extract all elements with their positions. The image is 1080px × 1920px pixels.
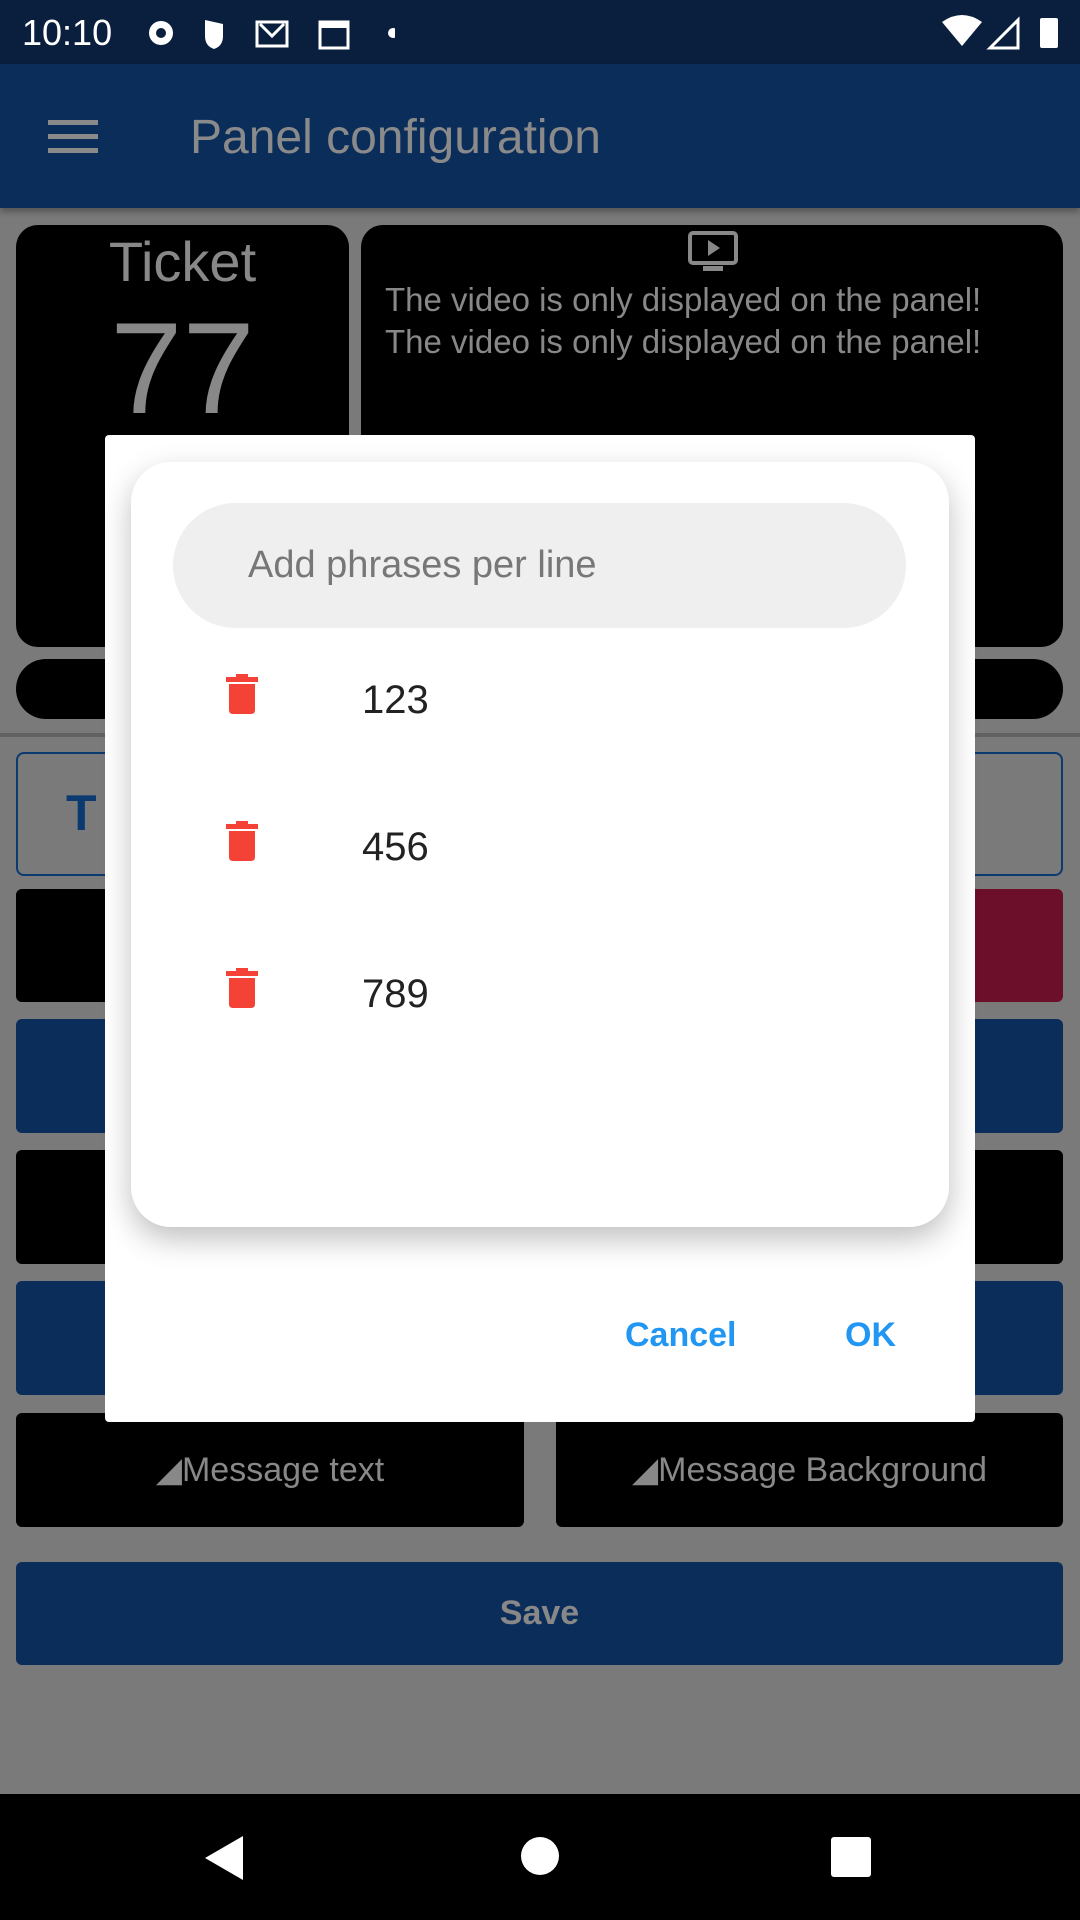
hamburger-icon[interactable] (48, 120, 98, 154)
trash-icon[interactable] (226, 674, 258, 714)
phrases-card: 123 456 789 (131, 462, 949, 1227)
status-bar: 10:10 (0, 0, 1080, 64)
phrase-text: 123 (362, 678, 429, 722)
phrase-text: 456 (362, 825, 429, 869)
video-notice: The video is only displayed on the panel… (385, 281, 982, 318)
list-item: 789 (131, 944, 949, 1044)
save-button[interactable]: Save (16, 1562, 1063, 1665)
phrase-text: 789 (362, 972, 429, 1016)
video-notice: The video is only displayed on the panel… (385, 323, 982, 360)
phrases-dialog: 123 456 789 Cancel OK (105, 435, 975, 1422)
page-title: Panel configuration (190, 111, 601, 164)
home-icon[interactable] (520, 1836, 560, 1876)
phrase-input[interactable] (173, 503, 906, 628)
trash-icon[interactable] (226, 968, 258, 1008)
navigation-bar (0, 1794, 1080, 1920)
ticket-label: Ticket (108, 230, 257, 293)
video-icon (688, 231, 738, 271)
status-time: 10:10 (22, 12, 113, 53)
message-background-button[interactable]: ◢ Message Background (556, 1413, 1063, 1527)
message-text-button[interactable]: ◢ Message text (16, 1413, 524, 1527)
app-bar: Panel configuration (0, 64, 1080, 208)
ok-button[interactable]: OK (845, 1316, 896, 1355)
back-icon[interactable] (205, 1836, 245, 1880)
notification-icons (149, 20, 395, 50)
system-icons (942, 15, 1058, 50)
list-item: 456 (131, 797, 949, 897)
ticket-number: 77 (110, 295, 255, 441)
list-item: 123 (131, 650, 949, 750)
cancel-button[interactable]: Cancel (625, 1316, 737, 1355)
trash-icon[interactable] (226, 821, 258, 861)
paint-bucket-icon: ◢ (631, 1451, 659, 1489)
recents-icon[interactable] (831, 1837, 871, 1877)
tab-label[interactable]: T (66, 784, 97, 842)
paint-bucket-icon: ◢ (155, 1451, 182, 1489)
